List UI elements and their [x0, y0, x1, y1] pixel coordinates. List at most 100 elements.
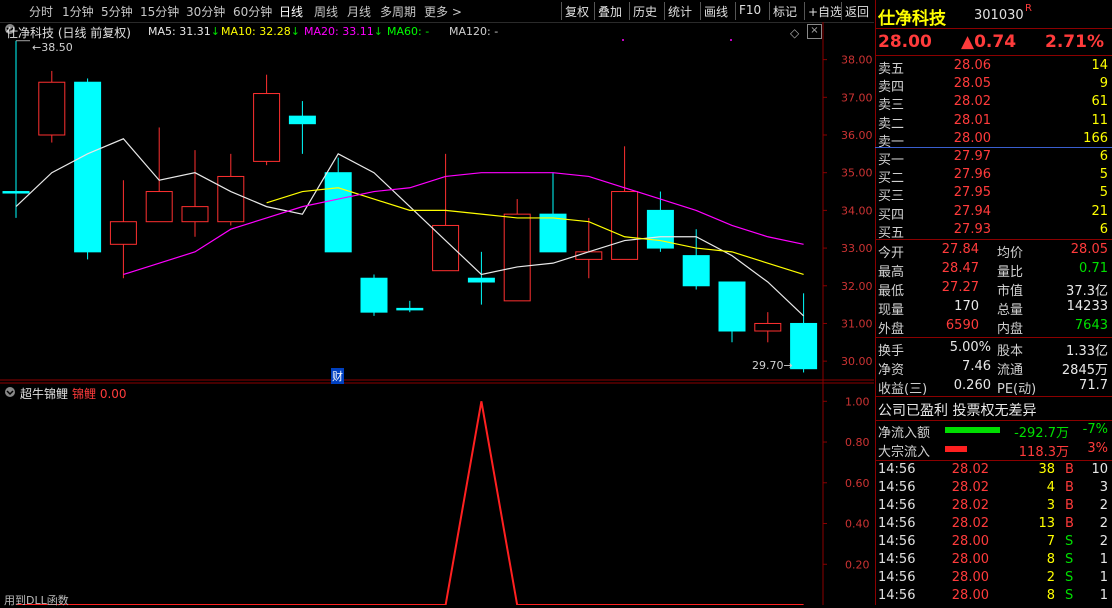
candle[interactable] — [611, 146, 639, 260]
toolbar-divider — [664, 2, 665, 20]
toolbar-divider — [769, 2, 770, 20]
chart-area: 30.00 31.00 32.00 33.00 34.00 35.00 36.00 37.00… — [0, 22, 874, 605]
diamond-icon[interactable]: ◇ — [790, 26, 799, 40]
signal-dot — [622, 39, 624, 41]
sub-y-tick-label: 0.60 — [845, 477, 870, 490]
toolbar-button[interactable]: 历史 — [633, 3, 657, 20]
right-arrow-icon: → — [783, 359, 793, 372]
candle[interactable] — [38, 70, 66, 143]
candle[interactable] — [217, 153, 245, 226]
y-tick-label: 37.00 — [841, 91, 873, 104]
ma-legend: MA120: - — [449, 25, 499, 38]
candle[interactable] — [575, 217, 603, 279]
y-tick-label: 36.00 — [841, 129, 873, 142]
period-tab[interactable]: 日线 — [279, 3, 303, 20]
stat-row: 今开 27.84 均价 28.05 — [878, 242, 1108, 261]
period-tab[interactable]: 5分钟 — [101, 3, 133, 20]
period-tab[interactable]: 月线 — [347, 3, 371, 20]
period-tab[interactable]: 15分钟 — [140, 3, 179, 20]
bids-row[interactable]: 买三 27.95 5 — [875, 185, 1112, 204]
candle[interactable] — [790, 293, 818, 373]
sub-indicator-title: 超牛锦鲤 — [20, 387, 69, 401]
tick-row: 14:56 28.00 7 S 2 — [878, 534, 1108, 549]
fund-flow-row: 净流入额 -292.7万 -7% — [878, 422, 1108, 441]
asks-row[interactable]: 卖三 28.02 61 — [875, 94, 1112, 113]
candle[interactable] — [396, 300, 424, 313]
toolbar-divider — [594, 2, 595, 20]
candle[interactable] — [682, 229, 710, 290]
sub-collapse-icon[interactable] — [4, 386, 16, 398]
sub-y-tick-label: 0.20 — [845, 558, 870, 571]
sub-indicator-value: 锦鲤 0.00 — [72, 387, 127, 401]
kline-chart[interactable]: 30.00 31.00 32.00 33.00 34.00 35.00 36.00 37.00… — [0, 22, 874, 605]
tick-row: 14:56 28.02 3 B 2 — [878, 498, 1108, 513]
bids-row[interactable]: 买一 27.97 6 — [875, 149, 1112, 168]
fund-flow-row: 大宗流入 118.3万 3% — [878, 441, 1108, 460]
candle[interactable] — [74, 78, 102, 260]
price-change-pct: 2.71% — [1045, 32, 1104, 52]
finance-marker[interactable]: 财 — [331, 368, 344, 384]
candle[interactable] — [2, 40, 30, 218]
jinli-line — [16, 401, 804, 605]
asks-row[interactable]: 卖四 28.05 9 — [875, 76, 1112, 95]
candle[interactable] — [467, 251, 495, 305]
candle[interactable] — [288, 101, 316, 154]
toolbar-button[interactable]: 返回 — [845, 3, 869, 20]
toolbar-button[interactable]: 复权 — [565, 3, 589, 20]
candle[interactable] — [718, 281, 746, 343]
close-icon[interactable]: × — [807, 24, 822, 39]
toolbar-divider — [629, 2, 630, 20]
tick-row: 14:56 28.02 13 B 2 — [878, 516, 1108, 531]
low-price-label: 29.70→ — [752, 359, 793, 372]
tick-row: 14:56 28.02 38 B 10 — [878, 462, 1108, 477]
high-price-value: 38.50 — [41, 41, 73, 54]
toolbar-button[interactable]: 叠加 — [598, 3, 622, 20]
high-price-label: ←38.50 — [32, 41, 73, 54]
tick-row: 14:56 28.02 4 B 3 — [878, 480, 1108, 495]
candle[interactable] — [432, 153, 460, 272]
toolbar-button[interactable]: 统计 — [668, 3, 692, 20]
toolbar-divider — [735, 2, 736, 20]
period-tab[interactable]: 周线 — [314, 3, 338, 20]
toolbar-divider — [804, 2, 805, 20]
low-price-value: 29.70 — [752, 359, 784, 372]
bids-row[interactable]: 买二 27.96 5 — [875, 167, 1112, 186]
toolbar-button[interactable]: F10 — [739, 3, 761, 17]
candle[interactable] — [324, 157, 352, 253]
period-tab[interactable]: 1分钟 — [62, 3, 94, 20]
stat-row: 现量 170 总量 14233 — [878, 299, 1108, 318]
candle[interactable] — [539, 172, 567, 253]
tick-row: 14:56 28.00 8 S 1 — [878, 552, 1108, 567]
candle[interactable] — [181, 150, 209, 237]
last-price: 28.00 — [878, 32, 932, 52]
stat-row: 最高 28.47 量比 0.71 — [878, 261, 1108, 280]
toolbar-button[interactable]: +自选 — [808, 3, 842, 20]
period-tab[interactable]: 30分钟 — [186, 3, 225, 20]
bids-row[interactable]: 买五 27.93 6 — [875, 222, 1112, 241]
period-tab[interactable]: 分时 — [29, 3, 53, 20]
candle[interactable] — [360, 274, 388, 316]
quote-panel: 仕净科技 301030 R 28.00 ▲0.74 2.71% 卖五 28.06 1… — [875, 0, 1112, 605]
bids-row[interactable]: 买四 27.94 21 — [875, 204, 1112, 223]
ma-legend: MA10: 32.28↓ — [221, 25, 300, 38]
period-tab[interactable]: 60分钟 — [233, 3, 272, 20]
candle[interactable] — [503, 199, 531, 302]
fundamental-row: 收益(三) 0.260 PE(动) 71.7 — [878, 378, 1108, 397]
y-tick-label: 32.00 — [841, 280, 873, 293]
period-toolbar: 分时 1分钟 5分钟 15分钟 30分钟 60分钟 日线 周线 月线 多周期 更多 > 复权 叠加 历史… — [0, 0, 874, 23]
period-tab[interactable]: 多周期 — [380, 3, 416, 20]
toolbar-divider — [561, 2, 562, 20]
candle[interactable] — [145, 127, 173, 223]
toolbar-button[interactable]: 标记 — [773, 3, 797, 20]
sub-y-tick-label: 1.00 — [845, 395, 870, 408]
candle[interactable] — [253, 74, 281, 166]
signal-dot — [730, 39, 732, 41]
sub-y-tick-label: 0.80 — [845, 436, 870, 449]
asks-row[interactable]: 卖二 28.01 11 — [875, 113, 1112, 132]
stat-row: 外盘 6590 内盘 7643 — [878, 318, 1108, 337]
period-tab[interactable]: 更多 > — [424, 3, 462, 20]
candle[interactable] — [109, 180, 137, 279]
candle[interactable] — [754, 312, 782, 343]
toolbar-button[interactable]: 画线 — [704, 3, 728, 20]
asks-row[interactable]: 卖五 28.06 14 — [875, 58, 1112, 77]
